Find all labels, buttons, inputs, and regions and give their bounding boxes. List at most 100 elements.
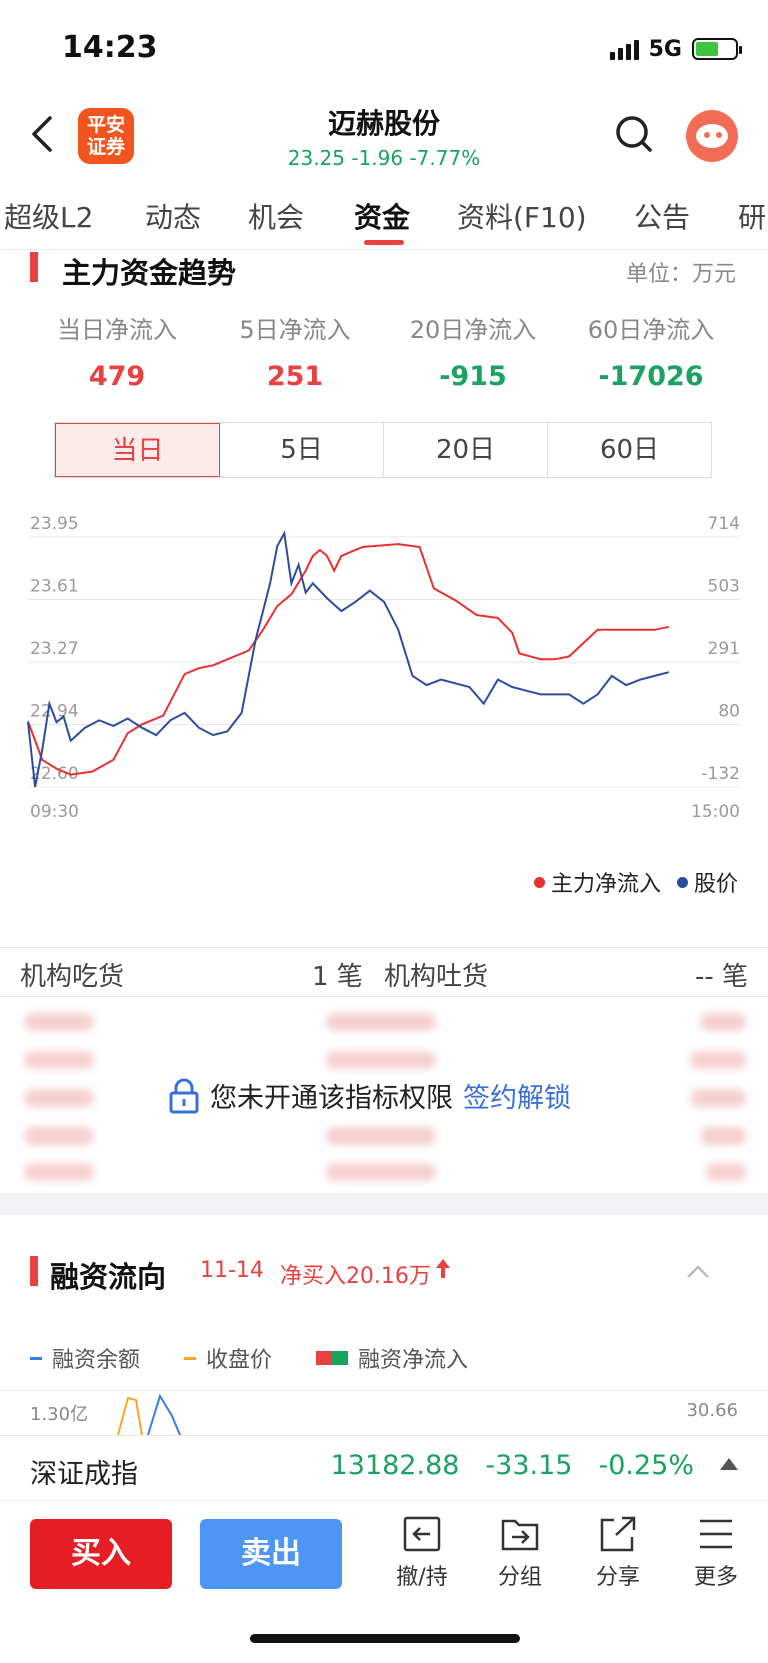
blurred-cell — [700, 1127, 746, 1145]
expand-up-icon[interactable] — [720, 1458, 738, 1470]
period-20d[interactable]: 20日 — [384, 423, 548, 477]
blurred-cell — [706, 1163, 746, 1181]
tab-announcements[interactable]: 公告 — [634, 196, 690, 236]
flow-stat-today: 当日净流入 479 — [28, 310, 206, 392]
blurred-cell — [700, 1013, 746, 1031]
legend-label: 融资余额 — [52, 1348, 141, 1373]
right-tick-label: 291 — [708, 639, 740, 659]
lock-icon — [169, 1078, 199, 1113]
tab-opportunity[interactable]: 机会 — [248, 196, 304, 236]
inst-sell-label: 机构吐货 — [384, 962, 489, 992]
unit-label: 单位：万元 — [625, 262, 736, 287]
margin-chart[interactable]: 1.30亿 30.66 — [0, 1390, 768, 1435]
sell-button[interactable]: 卖出 — [200, 1519, 342, 1589]
index-name: 深证成指 — [30, 1459, 138, 1490]
share-button[interactable]: 分享 — [578, 1515, 658, 1591]
search-icon[interactable] — [614, 114, 654, 154]
status-time: 14:23 — [62, 30, 158, 65]
section-marker — [30, 1256, 38, 1286]
left-tick-label: 23.27 — [30, 639, 79, 659]
legend-dot-flow — [533, 876, 545, 888]
section-marker — [30, 252, 38, 282]
period-selector: 当日 5日 20日 60日 — [54, 422, 712, 478]
legend-close-price: 收盘价 — [184, 1342, 272, 1374]
locked-text: 您未开通该指标权限 — [210, 1083, 453, 1114]
folder-icon — [501, 1519, 539, 1551]
margin-net: 净买入20.16万 — [279, 1264, 431, 1289]
menu-icon — [700, 1519, 732, 1549]
right-tick-label: 714 — [708, 515, 740, 534]
legend-swatch — [30, 1356, 42, 1360]
cancel-hold-button[interactable]: 撤/持 — [382, 1515, 462, 1591]
arrow-up-icon — [435, 1259, 450, 1278]
flow-stat-value: -17026 — [598, 361, 704, 392]
period-today[interactable]: 当日 — [55, 423, 220, 477]
index-ticker[interactable]: 深证成指 13182.88 -33.15 -0.25% — [0, 1435, 768, 1499]
period-60d[interactable]: 60日 — [548, 423, 711, 477]
active-tab-indicator — [364, 240, 404, 245]
period-5d[interactable]: 5日 — [220, 423, 384, 477]
bottom-action-bar: 买入 卖出 撤/持 分组 分享 更多 — [0, 1500, 768, 1663]
legend-label: 融资净流入 — [358, 1348, 469, 1373]
tool-label: 分享 — [595, 1565, 640, 1590]
network-label: 5G — [648, 36, 682, 62]
status-icons: 5G — [609, 34, 742, 64]
flow-stats: 当日净流入 479 5日净流入 251 20日净流入 -915 60日净流入 -… — [28, 310, 740, 400]
tab-news[interactable]: 动态 — [145, 196, 201, 236]
tab-funds[interactable]: 资金 — [354, 196, 410, 236]
blurred-cell — [326, 1127, 436, 1145]
blurred-cell — [24, 1127, 94, 1145]
margin-summary: 11-14 净买入20.16万 — [200, 1258, 451, 1290]
blurred-cell — [690, 1089, 746, 1107]
legend-margin-inflow: 融资净流入 — [316, 1342, 468, 1374]
assistant-avatar[interactable] — [686, 110, 738, 162]
buy-button[interactable]: 买入 — [30, 1519, 172, 1589]
tab-research[interactable]: 研 — [738, 196, 766, 236]
margin-date: 11-14 — [200, 1258, 264, 1283]
battery-icon — [692, 38, 742, 60]
section-gap — [0, 1193, 768, 1215]
share-icon — [600, 1516, 636, 1552]
flow-stat-20d: 20日净流入 -915 — [384, 310, 562, 392]
flow-chart-svg: 23.95 71423.61 50323.27 29122.94 8022.60 -132… — [27, 515, 740, 822]
tool-label: 撤/持 — [396, 1565, 448, 1590]
blurred-cell — [326, 1051, 436, 1069]
series-line-main-flow — [27, 543, 670, 776]
chevron-up-icon[interactable] — [684, 1258, 712, 1286]
margin-chart-svg — [117, 1393, 181, 1435]
home-indicator — [250, 1634, 520, 1643]
unlock-link[interactable]: 签约解锁 — [463, 1076, 571, 1115]
institution-row: 机构吃货 1 笔 机构吐货 -- 笔 — [0, 948, 768, 996]
tab-l2[interactable]: 超级L2 — [4, 196, 93, 236]
main-flow-chart[interactable]: 23.95 714 23.61 503 23.27 291 22.94 80 22.60 -132… — [0, 515, 768, 865]
legend-margin-balance: 融资余额 — [30, 1342, 140, 1374]
legend-label: 收盘价 — [206, 1348, 273, 1373]
tool-label: 更多 — [693, 1565, 738, 1590]
more-button[interactable]: 更多 — [676, 1515, 756, 1591]
flow-stat-value: -915 — [439, 361, 507, 392]
tab-f10[interactable]: 资料(F10) — [457, 196, 587, 236]
inst-buy-count: 1 笔 — [312, 962, 363, 992]
x-tick-label: 15:00 — [691, 802, 740, 822]
right-tick-label: 80 — [718, 702, 740, 722]
status-bar: 14:23 5G — [0, 0, 768, 96]
flow-stat-5d: 5日净流入 251 — [206, 310, 384, 392]
index-change: -33.15 — [485, 1450, 573, 1481]
blurred-cell — [326, 1163, 436, 1181]
margin-title: 融资流向 — [50, 1260, 167, 1294]
flow-stat-label: 20日净流入 — [409, 316, 537, 344]
main-flow-header: 主力资金趋势 单位：万元 — [0, 250, 768, 290]
flow-stat-value: 251 — [266, 361, 324, 392]
blurred-cell — [326, 1013, 436, 1031]
blurred-cell — [24, 1163, 94, 1181]
flow-stat-60d: 60日净流入 -17026 — [562, 310, 740, 392]
cancel-order-icon — [403, 1516, 441, 1552]
tab-bar: 超级L2 动态 机会 资金 资料(F10) 公告 研 — [0, 180, 768, 250]
flow-stat-label: 当日净流入 — [57, 316, 177, 344]
flow-stat-label: 5日净流入 — [239, 316, 351, 344]
legend-flow: 主力净流入 — [550, 872, 661, 897]
legend-dot-price — [676, 876, 688, 888]
inst-sell-count: -- 笔 — [694, 962, 748, 992]
legend-swatch-green — [332, 1351, 349, 1365]
group-button[interactable]: 分组 — [480, 1515, 560, 1591]
